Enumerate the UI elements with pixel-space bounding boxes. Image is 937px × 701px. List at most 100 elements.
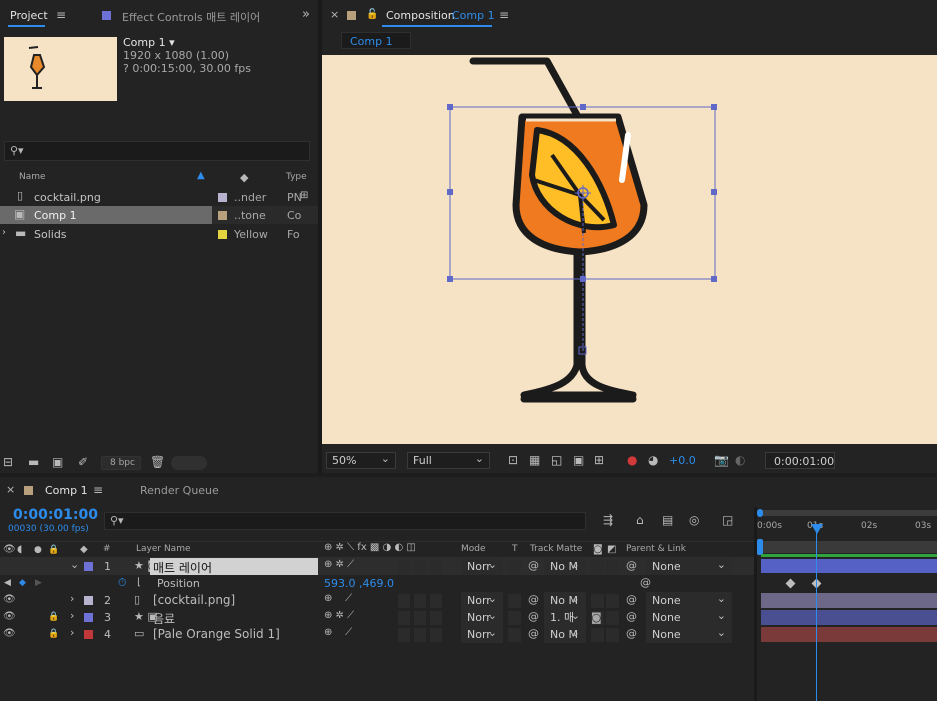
- preserve-transparency-cell[interactable]: [508, 628, 521, 642]
- column-parent[interactable]: Parent & Link: [626, 544, 686, 554]
- interpret-footage-icon[interactable]: ⊟: [3, 455, 13, 469]
- matte-link-icon[interactable]: @: [528, 610, 539, 624]
- switch-icons[interactable]: ⊕ ⟋: [324, 593, 352, 604]
- switch-cell[interactable]: [398, 560, 410, 574]
- column-type[interactable]: Type: [286, 172, 307, 182]
- switch-cell[interactable]: [414, 594, 426, 608]
- label-swatch[interactable]: [218, 193, 227, 202]
- thumbnail-slider[interactable]: [171, 456, 207, 470]
- eye-icon[interactable]: 👁: [3, 543, 16, 557]
- eye-icon[interactable]: 👁: [3, 593, 16, 607]
- switch-cell[interactable]: [398, 611, 410, 625]
- lock-column-icon[interactable]: 🔒: [48, 543, 59, 557]
- audio-icon[interactable]: ◖: [17, 543, 22, 557]
- graph-editor-icon[interactable]: ◲: [722, 513, 733, 527]
- expand-arrow-icon[interactable]: ›: [2, 226, 6, 240]
- track-matte-dropdown[interactable]: No M: [544, 625, 586, 643]
- tab-composition-name[interactable]: Comp 1: [452, 9, 495, 22]
- draft-3d-icon[interactable]: ⌂: [636, 513, 644, 527]
- twirl-arrow-icon[interactable]: ›: [70, 609, 74, 623]
- panel-menu-icon[interactable]: ≡: [93, 483, 103, 497]
- frame-blending-icon[interactable]: ▤: [662, 513, 673, 527]
- new-folder-icon[interactable]: ▬: [28, 455, 39, 469]
- comp-flowchart-icon[interactable]: ⇶: [603, 513, 613, 527]
- layer-name-cell[interactable]: [cocktail.png]: [150, 592, 318, 609]
- switch-icons[interactable]: ⊕ ✲ ⟋: [324, 559, 354, 570]
- new-composition-icon[interactable]: ▣: [52, 455, 63, 469]
- position-value[interactable]: 593.0 ,469.0: [324, 577, 394, 590]
- layer-name-cell[interactable]: 음료: [150, 609, 318, 626]
- keyframe-1[interactable]: [785, 578, 796, 589]
- matte-link-icon[interactable]: @: [528, 559, 539, 573]
- column-name[interactable]: Name: [19, 172, 46, 182]
- flowchart-icon[interactable]: ⊞: [300, 189, 308, 203]
- column-track-matte[interactable]: Track Matte: [530, 544, 582, 554]
- track-matte-dropdown[interactable]: No M: [544, 557, 586, 575]
- pick-whip-icon[interactable]: @: [626, 610, 637, 624]
- lock-icon[interactable]: 🔒: [48, 610, 59, 624]
- color-management-icon[interactable]: ◕: [648, 453, 658, 467]
- parent-dropdown[interactable]: None: [646, 591, 732, 609]
- preserve-transparency-cell[interactable]: [508, 611, 521, 625]
- mode-dropdown[interactable]: Norr: [461, 625, 503, 643]
- track-matte-dropdown[interactable]: No M: [544, 591, 586, 609]
- pick-whip-icon[interactable]: @: [626, 627, 637, 641]
- project-item-comp1[interactable]: ▣ Comp 1 ..tone Co: [0, 206, 318, 224]
- zoom-dropdown[interactable]: 50%: [326, 451, 396, 469]
- grid-guide-icon[interactable]: ⊞: [594, 453, 604, 467]
- layer-label-swatch[interactable]: [84, 630, 93, 639]
- comp-breadcrumb[interactable]: Comp 1: [341, 32, 411, 49]
- trash-icon[interactable]: 🗑: [150, 455, 165, 469]
- snapshot-region-icon[interactable]: ⊡: [508, 453, 518, 467]
- parent-dropdown[interactable]: None: [646, 625, 732, 643]
- tab-render-queue[interactable]: Render Queue: [140, 484, 219, 497]
- work-area-start-handle[interactable]: [757, 509, 763, 517]
- pick-whip-icon[interactable]: @: [626, 593, 637, 607]
- settings-icon[interactable]: ✐: [78, 455, 88, 469]
- prev-keyframe-icon[interactable]: ◀: [4, 576, 11, 590]
- switch-icons[interactable]: ⊕ ✲ ⟋: [324, 610, 354, 621]
- current-time-display[interactable]: 0:00:01:00: [13, 507, 98, 523]
- position-property-row[interactable]: ◀ ◆ ▶ ⏱ ⌊ Position 593.0 ,469.0 @: [0, 575, 755, 592]
- layer-row[interactable]: 👁 › 2 ▯ [cocktail.png] ⊕ ⟋ Norr @ No M @…: [0, 591, 755, 609]
- layer-bar-2[interactable]: [761, 593, 937, 608]
- matte-alpha-cell[interactable]: [591, 628, 604, 642]
- matte-invert-cell[interactable]: [606, 628, 619, 642]
- track-matte-dropdown[interactable]: 1. 매: [544, 608, 586, 626]
- expression-pick-icon[interactable]: @: [640, 576, 651, 590]
- playhead[interactable]: [816, 527, 817, 701]
- layer-bar-3[interactable]: [761, 610, 937, 625]
- twirl-arrow-icon[interactable]: ⌄: [70, 558, 79, 572]
- layer-row[interactable]: ⌄ 1 ★ ◙ 매트 레이어 ⊕ ✲ ⟋ Norr @ No M @ None: [0, 557, 755, 575]
- matte-alpha-cell[interactable]: [591, 594, 604, 608]
- switch-cell[interactable]: [414, 611, 426, 625]
- eye-icon[interactable]: 👁: [3, 610, 16, 624]
- label-tag-icon[interactable]: ◆: [240, 171, 248, 185]
- switch-cell[interactable]: [430, 560, 442, 574]
- tab-project[interactable]: Project: [10, 9, 48, 22]
- switch-cell[interactable]: [398, 594, 410, 608]
- matte-invert-icon[interactable]: ◩: [607, 543, 616, 557]
- matte-invert-cell[interactable]: [606, 594, 619, 608]
- matte-invert-cell[interactable]: [606, 560, 619, 574]
- column-mode[interactable]: Mode: [461, 544, 486, 554]
- switch-cell[interactable]: [430, 611, 442, 625]
- parent-dropdown[interactable]: None: [646, 608, 732, 626]
- twirl-arrow-icon[interactable]: ›: [70, 592, 74, 606]
- matte-invert-cell[interactable]: [606, 611, 619, 625]
- timeline-search-input[interactable]: ⚲▾: [104, 512, 586, 530]
- mode-dropdown[interactable]: Norr: [461, 591, 503, 609]
- matte-link-icon[interactable]: @: [528, 593, 539, 607]
- layer-label-swatch[interactable]: [84, 613, 93, 622]
- mask-path-icon[interactable]: ◱: [551, 453, 562, 467]
- stopwatch-icon[interactable]: ⏱: [118, 576, 127, 590]
- layer-bar-1[interactable]: [761, 559, 937, 573]
- expand-tabs-icon[interactable]: »: [302, 8, 310, 22]
- channel-icon[interactable]: ●: [627, 453, 637, 467]
- project-item-cocktail[interactable]: ▯ cocktail.png ..nder PN ⊞: [0, 188, 318, 206]
- panel-menu-icon[interactable]: ≡: [499, 8, 509, 22]
- motion-blur-icon[interactable]: ◎: [689, 513, 699, 527]
- layer-row[interactable]: 👁 🔒 › 3 ★ ▣ 음료 ⊕ ✲ ⟋ Norr @ 1. 매 ◙ @ Non…: [0, 608, 755, 626]
- tab-timeline-comp[interactable]: Comp 1: [45, 484, 88, 497]
- matte-alpha-cell[interactable]: ◙: [591, 611, 604, 625]
